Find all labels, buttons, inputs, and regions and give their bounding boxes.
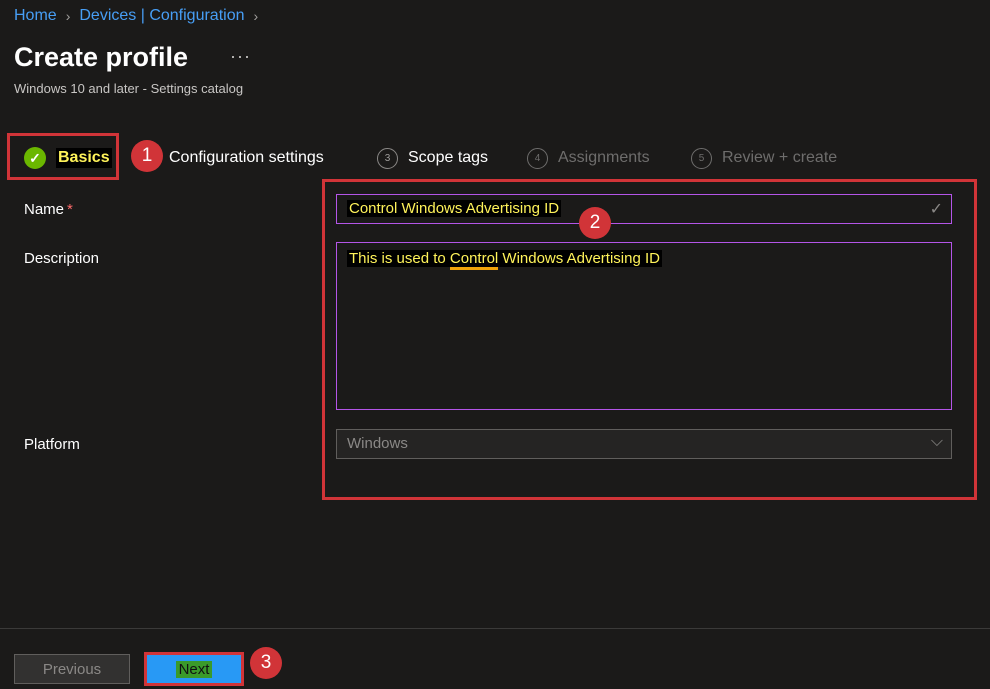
required-marker: * (67, 201, 73, 218)
step-assignments[interactable]: 4 Assignments (527, 146, 650, 170)
step-number-circle: 3 (377, 147, 398, 169)
step-configuration-settings[interactable]: Configuration settings (169, 146, 324, 170)
chevron-right-icon: › (65, 8, 71, 24)
breadcrumb-devices-link[interactable]: Devices | Configuration (79, 7, 244, 25)
footer-divider (0, 628, 990, 629)
name-label-text: Name (24, 201, 65, 218)
step-number-circle: 4 (527, 147, 548, 169)
description-label: Description (24, 250, 100, 267)
name-label: Name * (24, 201, 73, 218)
description-prefix: This is used to (349, 250, 450, 267)
platform-label: Platform (24, 436, 80, 453)
annotation-badge-2: 2 (579, 207, 611, 239)
name-input[interactable]: Control Windows Advertising ID ✓ (336, 194, 952, 224)
step-review-create-label: Review + create (722, 149, 838, 166)
step-assignments-label: Assignments (558, 149, 650, 166)
description-textarea[interactable]: This is used to Control Windows Advertis… (336, 242, 952, 410)
annotation-badge-3: 3 (250, 647, 282, 679)
annotation-badge-1: 1 (131, 140, 163, 172)
page-title: Create profile (14, 42, 189, 72)
step-configuration-settings-label: Configuration settings (169, 149, 324, 166)
chevron-right-icon: › (253, 8, 259, 24)
check-circle-icon: ✓ (24, 147, 46, 169)
step-basics[interactable]: ✓ Basics (24, 146, 112, 170)
next-button[interactable]: Next (144, 652, 244, 686)
step-scope-tags[interactable]: 3 Scope tags (377, 146, 488, 170)
name-input-value: Control Windows Advertising ID (347, 200, 562, 217)
description-value: This is used to Control Windows Advertis… (347, 250, 662, 270)
step-review-create[interactable]: 5 Review + create (691, 146, 837, 170)
platform-select[interactable]: Windows ⌵ (336, 429, 952, 459)
more-options-icon[interactable]: ··· (230, 46, 251, 67)
page-subtitle: Windows 10 and later - Settings catalog (14, 81, 244, 96)
platform-select-value: Windows (347, 435, 408, 452)
chevron-down-icon: ⌵ (930, 433, 943, 450)
description-spellcheck-word: Control (449, 250, 499, 270)
step-number-circle: 5 (691, 147, 712, 169)
breadcrumb: Home › Devices | Configuration › (14, 7, 267, 25)
step-basics-label: Basics (56, 148, 112, 168)
next-button-label: Next (175, 660, 213, 678)
description-suffix: Windows Advertising ID (498, 250, 660, 267)
previous-button[interactable]: Previous (14, 654, 130, 684)
step-scope-tags-label: Scope tags (408, 149, 489, 166)
check-icon: ✓ (929, 201, 943, 218)
breadcrumb-home-link[interactable]: Home (14, 7, 57, 25)
